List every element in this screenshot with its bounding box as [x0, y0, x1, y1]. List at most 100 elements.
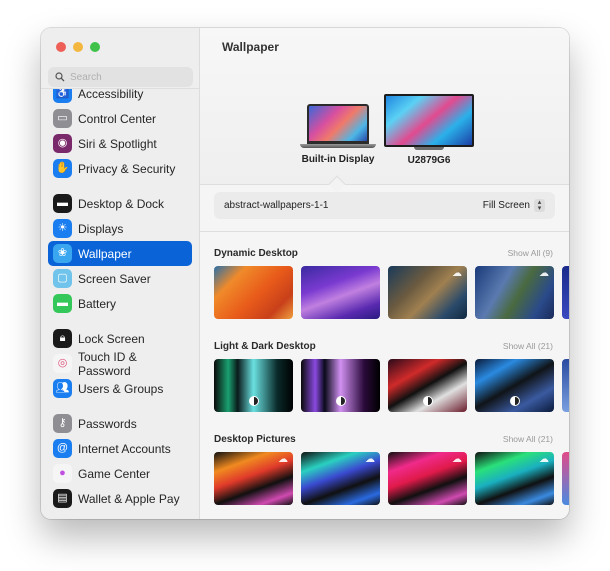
sidebar-item-label: Wallpaper — [78, 246, 132, 261]
sidebar-item-displays[interactable]: ☀ Displays — [48, 216, 192, 241]
show-all-button[interactable]: Show All (21) — [503, 341, 553, 351]
sidebar-item-label: Accessibility — [78, 88, 144, 101]
thumbnail-row: ☁ ☁ ☁ ☁ — [214, 452, 569, 505]
control-center-icon: ▭ — [53, 109, 72, 128]
display-label: Built-in Display — [301, 154, 375, 165]
chevron-updown-icon: ▴ ▾ — [534, 199, 545, 212]
cloud-download-icon: ☁ — [365, 454, 375, 465]
minimize-button[interactable] — [73, 42, 83, 52]
sidebar-item-accessibility[interactable]: ♿ Accessibility — [48, 88, 192, 106]
wallpaper-thumbnail[interactable] — [388, 359, 467, 412]
sidebar-item-label: Siri & Spotlight — [78, 136, 157, 151]
window-controls — [56, 42, 100, 52]
wallpaper-thumbnail[interactable]: ☁ — [301, 452, 380, 505]
wallpaper-thumbnail[interactable] — [214, 266, 293, 319]
sidebar-item-screen-saver[interactable]: ▢ Screen Saver — [48, 266, 192, 291]
sidebar-item-label: Game Center — [78, 466, 151, 481]
sidebar-item-wallpaper[interactable]: ❀ Wallpaper — [48, 241, 192, 266]
sidebar-item-passwords[interactable]: ⚷ Passwords — [48, 411, 192, 436]
cloud-download-icon: ☁ — [278, 454, 288, 465]
show-all-button[interactable]: Show All (9) — [508, 248, 553, 258]
display-external[interactable]: U2879G6 — [383, 94, 475, 166]
fit-mode-popup[interactable]: Fill Screen ▴ ▾ — [483, 199, 545, 212]
sidebar-item-label: Lock Screen — [78, 331, 145, 346]
cloud-download-icon: ☁ — [539, 268, 549, 279]
wallpaper-thumbnail[interactable]: ☁ — [214, 452, 293, 505]
cloud-download-icon: ☁ — [452, 454, 462, 465]
display-built-in[interactable]: Built-in Display — [300, 104, 376, 165]
monitor-screen — [384, 94, 474, 147]
wallpaper-thumbnail[interactable] — [475, 359, 554, 412]
wallpaper-thumbnail[interactable] — [301, 266, 380, 319]
lock-icon: 🔒︎ — [53, 329, 72, 348]
section-title: Light & Dark Desktop — [214, 340, 316, 352]
search-field[interactable] — [48, 67, 193, 87]
screen-saver-icon: ▢ — [53, 269, 72, 288]
sidebar-item-label: Control Center — [78, 111, 157, 126]
sidebar-item-desktop-dock[interactable]: ▬ Desktop & Dock — [48, 191, 192, 216]
section-dynamic-desktop: Dynamic Desktop Show All (9) ☁ ☁ — [214, 246, 569, 319]
sidebar-list[interactable]: ♿ Accessibility ▭ Control Center ◉ Siri & Spo… — [41, 88, 199, 519]
section-title: Desktop Pictures — [214, 433, 296, 445]
sun-icon: ☀ — [53, 219, 72, 238]
accessibility-icon: ♿ — [53, 89, 72, 103]
search-icon — [55, 72, 65, 82]
search-input[interactable] — [70, 71, 180, 83]
wallpaper-thumbnail[interactable] — [562, 359, 569, 412]
sidebar-item-privacy-security[interactable]: ✋ Privacy & Security — [48, 156, 192, 181]
at-icon: @ — [53, 439, 72, 458]
selected-display-indicator — [328, 175, 346, 193]
current-wallpaper-bar: abstract-wallpapers-1-1 Fill Screen ▴ ▾ — [214, 192, 555, 219]
sidebar-item-label: Privacy & Security — [78, 161, 176, 176]
sidebar-item-label: Users & Groups — [78, 381, 164, 396]
wallpaper-pane: Wallpaper Built-in Display U2879G6 abstr… — [200, 28, 569, 519]
wallpaper-thumbnail[interactable]: ☁ — [388, 266, 467, 319]
zoom-button[interactable] — [90, 42, 100, 52]
show-all-button[interactable]: Show All (21) — [503, 434, 553, 444]
hand-icon: ✋ — [53, 159, 72, 178]
wallpaper-thumbnail[interactable] — [301, 359, 380, 412]
light-dark-icon — [248, 396, 259, 406]
light-dark-icon — [509, 396, 520, 406]
cloud-download-icon: ☁ — [452, 268, 462, 279]
wallpaper-name: abstract-wallpapers-1-1 — [224, 200, 329, 211]
sidebar-item-touch-id-password[interactable]: ◎ Touch ID & Password — [48, 349, 192, 378]
sidebar-item-lock-screen[interactable]: 🔒︎ Lock Screen — [48, 326, 192, 351]
wallpaper-thumbnail[interactable] — [562, 452, 569, 505]
display-label: U2879G6 — [407, 155, 451, 166]
wallpaper-thumbnail[interactable] — [214, 359, 293, 412]
sidebar-item-internet-accounts[interactable]: @ Internet Accounts — [48, 436, 192, 461]
sidebar-item-users-groups[interactable]: 👥︎ Users & Groups — [48, 376, 192, 401]
wallpaper-thumbnail[interactable]: ☁ — [475, 452, 554, 505]
sidebar-item-wallet-apple-pay[interactable]: ▤ Wallet & Apple Pay — [48, 486, 192, 511]
section-title: Dynamic Desktop — [214, 247, 298, 259]
wallpaper-thumbnail[interactable]: ☁ — [475, 266, 554, 319]
sidebar: ♿ Accessibility ▭ Control Center ◉ Siri & Spo… — [41, 28, 200, 519]
sidebar-item-label: Battery — [78, 296, 117, 311]
dock-icon: ▬ — [53, 194, 72, 213]
sidebar-item-control-center[interactable]: ▭ Control Center — [48, 106, 192, 131]
sidebar-item-label: Touch ID & Password — [78, 349, 137, 378]
fingerprint-icon: ◎ — [53, 354, 72, 373]
siri-icon: ◉ — [53, 134, 72, 153]
section-light-dark-desktop: Light & Dark Desktop Show All (21) — [214, 339, 569, 412]
cloud-download-icon: ☁ — [539, 454, 549, 465]
display-preview: Wallpaper Built-in Display U2879G6 — [200, 28, 569, 193]
users-icon: 👥︎ — [53, 379, 72, 398]
sidebar-item-label: Wallet & Apple Pay — [78, 491, 180, 506]
sidebar-item-game-center[interactable]: ● Game Center — [48, 461, 192, 486]
wallpaper-thumbnail[interactable]: ☁ — [388, 452, 467, 505]
light-dark-icon — [335, 396, 346, 406]
section-desktop-pictures: Desktop Pictures Show All (21) ☁ ☁ ☁ ☁ — [214, 432, 569, 505]
sidebar-item-battery[interactable]: ▬ Battery — [48, 291, 192, 316]
game-center-icon: ● — [53, 464, 72, 483]
close-button[interactable] — [56, 42, 66, 52]
wallpaper-thumbnail[interactable] — [562, 266, 569, 319]
battery-icon: ▬ — [53, 294, 72, 313]
sidebar-item-siri-spotlight[interactable]: ◉ Siri & Spotlight — [48, 131, 192, 156]
laptop-screen — [307, 104, 369, 144]
divider — [200, 231, 569, 232]
